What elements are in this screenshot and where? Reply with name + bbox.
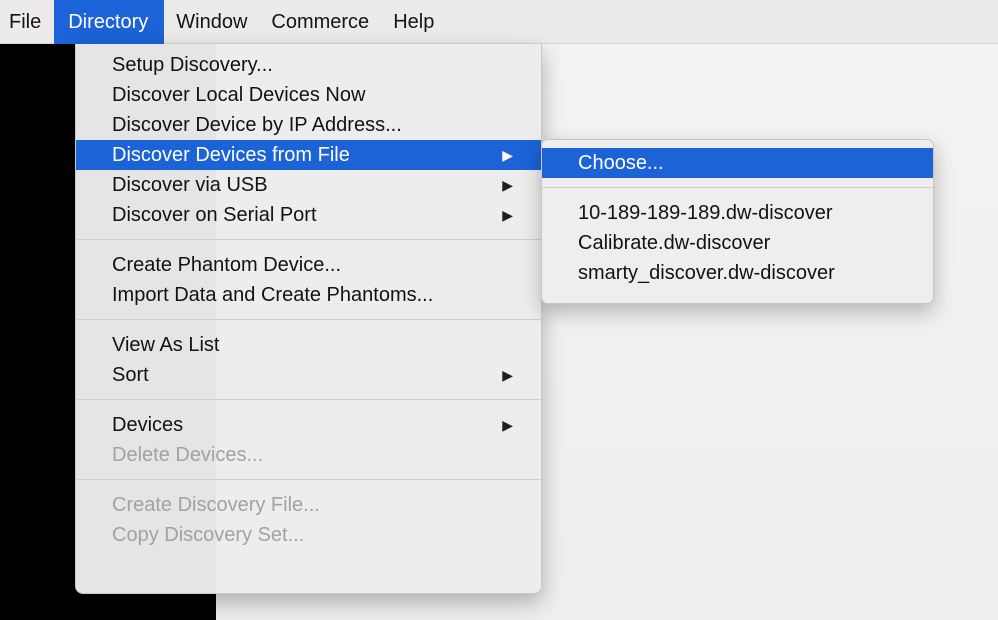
menubar-directory[interactable]: Directory	[54, 0, 165, 44]
menu-item-discover-usb[interactable]: Discover via USB ▶	[76, 170, 541, 200]
menu-item-label: Calibrate.dw-discover	[578, 232, 771, 254]
menu-item-label: Setup Discovery...	[112, 54, 273, 76]
submenu-arrow-icon: ▶	[502, 417, 513, 433]
menubar-file[interactable]: File	[0, 0, 54, 44]
submenu-arrow-icon: ▶	[502, 207, 513, 223]
menu-item-discover-ip[interactable]: Discover Device by IP Address...	[76, 110, 541, 140]
submenu-arrow-icon: ▶	[502, 367, 513, 383]
menu-separator	[76, 399, 541, 400]
menu-item-create-discovery-file: Create Discovery File...	[76, 490, 541, 520]
menu-item-import-data[interactable]: Import Data and Create Phantoms...	[76, 280, 541, 310]
menu-separator	[542, 187, 933, 188]
menu-item-label: 10-189-189-189.dw-discover	[578, 202, 833, 224]
menu-bar: File Directory Window Commerce Help	[0, 0, 998, 44]
menu-item-label: smarty_discover.dw-discover	[578, 262, 835, 284]
menu-item-label: Discover Local Devices Now	[112, 84, 366, 106]
submenu-item-choose[interactable]: Choose...	[542, 148, 933, 178]
menu-item-label: Discover on Serial Port	[112, 204, 317, 226]
submenu-arrow-icon: ▶	[502, 147, 513, 163]
menu-item-label: Create Phantom Device...	[112, 254, 341, 276]
menu-item-setup-discovery[interactable]: Setup Discovery...	[76, 50, 541, 80]
menubar-commerce[interactable]: Commerce	[259, 0, 381, 44]
menu-item-label: Choose...	[578, 152, 664, 174]
menu-item-view-as-list[interactable]: View As List	[76, 330, 541, 360]
menu-item-label: Discover Devices from File	[112, 144, 350, 166]
menu-item-label: Import Data and Create Phantoms...	[112, 284, 434, 306]
menu-item-label: View As List	[112, 334, 220, 356]
menubar-window[interactable]: Window	[164, 0, 259, 44]
menu-item-label: Discover Device by IP Address...	[112, 114, 402, 136]
submenu-arrow-icon: ▶	[502, 177, 513, 193]
menu-item-discover-serial[interactable]: Discover on Serial Port ▶	[76, 200, 541, 230]
menu-item-label: Copy Discovery Set...	[112, 524, 305, 546]
directory-menu: Setup Discovery... Discover Local Device…	[75, 44, 542, 594]
menu-item-label: Devices	[112, 414, 184, 436]
menu-item-label: Create Discovery File...	[112, 494, 320, 516]
submenu-item-file-3[interactable]: smarty_discover.dw-discover	[542, 258, 933, 288]
submenu-item-file-1[interactable]: 10-189-189-189.dw-discover	[542, 198, 933, 228]
menu-item-discover-file[interactable]: Discover Devices from File ▶	[76, 140, 541, 170]
menu-item-label: Sort	[112, 364, 149, 386]
menu-separator	[76, 479, 541, 480]
menu-item-label: Delete Devices...	[112, 444, 264, 466]
menu-item-create-phantom[interactable]: Create Phantom Device...	[76, 250, 541, 280]
menu-item-discover-local[interactable]: Discover Local Devices Now	[76, 80, 541, 110]
menu-separator	[76, 319, 541, 320]
menubar-help[interactable]: Help	[381, 0, 446, 44]
menu-item-label: Discover via USB	[112, 174, 268, 196]
discover-from-file-submenu: Choose... 10-189-189-189.dw-discover Cal…	[541, 139, 934, 304]
menu-item-copy-discovery-set: Copy Discovery Set...	[76, 520, 541, 550]
menu-item-devices[interactable]: Devices ▶	[76, 410, 541, 440]
menu-separator	[76, 239, 541, 240]
submenu-item-file-2[interactable]: Calibrate.dw-discover	[542, 228, 933, 258]
menu-item-sort[interactable]: Sort ▶	[76, 360, 541, 390]
menu-item-delete-devices: Delete Devices...	[76, 440, 541, 470]
